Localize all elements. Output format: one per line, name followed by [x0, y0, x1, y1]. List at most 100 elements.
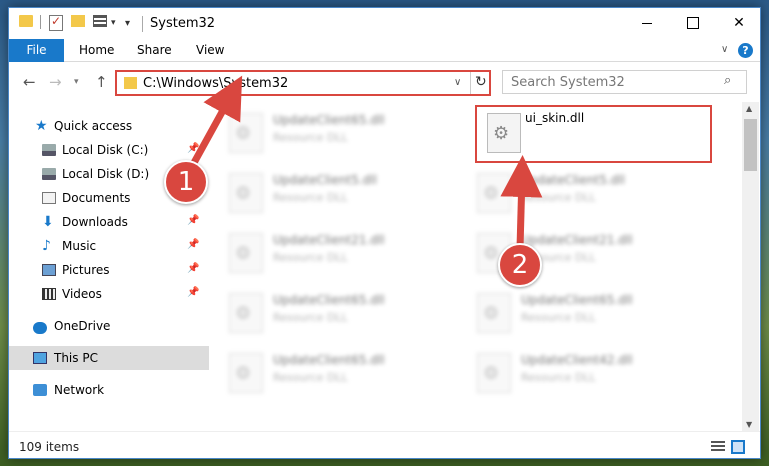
pictures-icon	[42, 264, 56, 276]
folder-icon[interactable]	[19, 15, 33, 27]
help-icon[interactable]: ?	[738, 43, 753, 58]
pin-icon[interactable]: 📌	[187, 143, 199, 154]
sidebar-item-network[interactable]: Network	[9, 378, 209, 402]
new-folder-icon[interactable]	[71, 15, 85, 27]
pin-icon[interactable]: 📌	[187, 239, 199, 250]
file-item[interactable]: UpdateClient65.dll Resource DLL	[465, 285, 700, 339]
sidebar-item-pictures[interactable]: Pictures 📌	[9, 258, 209, 282]
chevron-down-icon[interactable]: ∨	[454, 77, 461, 88]
sidebar-item-label: This PC	[54, 351, 98, 365]
address-separator	[470, 72, 471, 94]
sidebar-item-downloads[interactable]: ⬇ Downloads 📌	[9, 210, 209, 234]
file-type: Resource DLL	[521, 311, 596, 324]
file-type: Resource DLL	[273, 191, 348, 204]
drive-icon	[42, 168, 56, 180]
toolbar-separator	[40, 15, 41, 29]
file-type: Resource DLL	[521, 191, 596, 204]
back-arrow-icon[interactable]: ←	[23, 73, 36, 91]
file-item[interactable]: UpdateClient65.dll Resource DLL	[217, 105, 452, 159]
customize-toolbar-icon[interactable]: ▾	[125, 15, 130, 31]
file-item[interactable]: UpdateClient65.dll Resource DLL	[217, 345, 452, 399]
file-name: ui_skin.dll	[525, 111, 585, 125]
search-input[interactable]: Search System32 ⌕	[502, 70, 747, 94]
dll-file-icon	[229, 113, 263, 153]
file-item[interactable]: UpdateClient65.dll Resource DLL	[217, 285, 452, 339]
dll-file-icon	[229, 353, 263, 393]
sidebar-item-label: Local Disk (D:)	[62, 167, 150, 181]
cloud-icon	[33, 322, 47, 334]
forward-arrow-icon[interactable]: →	[49, 73, 62, 91]
file-type: Resource DLL	[273, 251, 348, 264]
pin-icon[interactable]: 📌	[187, 215, 199, 226]
file-type: Resource DLL	[521, 371, 596, 384]
tab-share[interactable]: Share	[127, 39, 182, 62]
file-name: UpdateClient65.dll	[521, 293, 633, 307]
step-2-badge: 2	[498, 243, 542, 287]
file-name: UpdateClient65.dll	[273, 113, 385, 127]
status-bar: 109 items	[9, 431, 760, 458]
file-type: Resource DLL	[273, 131, 348, 144]
maximize-button[interactable]	[670, 8, 716, 38]
properties-icon[interactable]	[49, 14, 63, 31]
scroll-thumb[interactable]	[744, 119, 757, 171]
sidebar-item-label: Network	[54, 383, 105, 397]
sidebar-item-videos[interactable]: Videos 📌	[9, 282, 209, 306]
drive-icon	[42, 144, 56, 156]
file-name: UpdateClient21.dll	[273, 233, 385, 247]
chevron-down-icon[interactable]: ▾	[111, 15, 116, 31]
dll-file-icon	[487, 113, 521, 153]
pin-icon[interactable]: 📌	[187, 287, 199, 298]
file-type: Resource DLL	[273, 371, 348, 384]
sidebar-item-label: Local Disk (C:)	[62, 143, 149, 157]
file-list: UpdateClient65.dll Resource DLL ui_skin.…	[209, 102, 742, 431]
expand-ribbon-icon[interactable]: ∨	[721, 44, 728, 55]
pin-icon[interactable]: 📌	[187, 263, 199, 274]
sidebar-item-local-disk-c[interactable]: Local Disk (C:) 📌	[9, 138, 209, 162]
view-icon[interactable]	[93, 15, 107, 27]
address-path[interactable]: C:\Windows\System32	[143, 76, 288, 91]
file-name: UpdateClient65.dll	[273, 293, 385, 307]
folder-icon	[124, 77, 137, 89]
file-item[interactable]: UpdateClient42.dll Resource DLL	[465, 345, 700, 399]
sidebar-item-label: Documents	[62, 191, 131, 205]
sidebar-item-onedrive[interactable]: OneDrive	[9, 314, 209, 338]
ribbon: File Home Share View ∨ ?	[9, 39, 760, 62]
dll-file-icon	[477, 293, 511, 333]
file-item[interactable]: UpdateClient5.dll Resource DLL	[465, 165, 700, 219]
minimize-button[interactable]	[624, 8, 670, 38]
sidebar-item-quick-access[interactable]: ★ Quick access	[9, 114, 209, 138]
details-view-icon[interactable]	[711, 441, 725, 453]
download-arrow-icon: ⬇	[42, 214, 54, 230]
film-icon	[42, 288, 56, 300]
star-icon: ★	[35, 118, 48, 134]
file-name: UpdateClient5.dll	[521, 173, 625, 187]
file-name: UpdateClient21.dll	[521, 233, 633, 247]
sidebar-item-label: Quick access	[54, 119, 133, 133]
window-title: System32	[150, 16, 216, 31]
refresh-icon[interactable]: ↻	[475, 74, 487, 90]
large-icons-view-icon[interactable]	[731, 440, 745, 454]
scroll-up-icon[interactable]: ▲	[746, 104, 752, 113]
scroll-down-icon[interactable]: ▼	[746, 420, 752, 429]
search-placeholder: Search System32	[511, 75, 625, 90]
vertical-scrollbar[interactable]: ▲ ▼	[742, 102, 759, 431]
search-icon[interactable]: ⌕	[724, 73, 731, 88]
dll-file-icon	[477, 173, 511, 213]
file-item-ui-skin[interactable]: ui_skin.dll	[475, 105, 712, 163]
file-item[interactable]: UpdateClient5.dll Resource DLL	[217, 165, 452, 219]
sidebar-item-music[interactable]: ♪ Music 📌	[9, 234, 209, 258]
recent-locations-icon[interactable]: ▾	[74, 77, 79, 87]
file-item[interactable]: UpdateClient21.dll Resource DLL	[217, 225, 452, 279]
dll-file-icon	[229, 173, 263, 213]
dll-file-icon	[229, 293, 263, 333]
address-bar[interactable]: C:\Windows\System32 ∨ ↻	[115, 70, 491, 96]
up-arrow-icon[interactable]: ↑	[95, 73, 108, 91]
tab-view[interactable]: View	[186, 39, 234, 62]
sidebar-item-this-pc[interactable]: This PC	[9, 346, 209, 370]
tab-home[interactable]: Home	[69, 39, 124, 62]
tab-file[interactable]: File	[9, 39, 64, 62]
close-button[interactable]: ✕	[716, 8, 760, 38]
sidebar-item-label: Music	[62, 239, 97, 253]
file-name: UpdateClient5.dll	[273, 173, 377, 187]
documents-icon	[42, 192, 56, 204]
